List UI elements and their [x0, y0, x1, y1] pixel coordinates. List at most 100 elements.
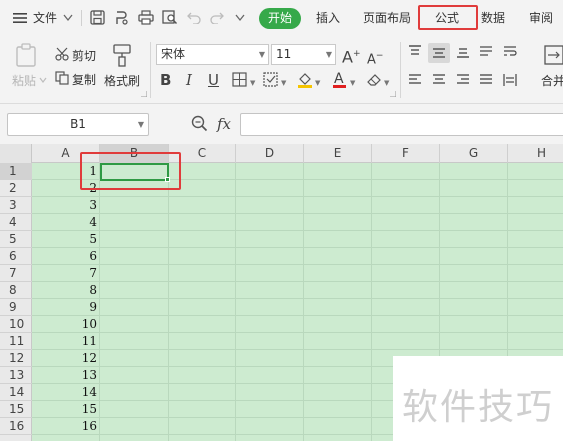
underline-button[interactable]: U — [208, 71, 219, 89]
chevron-down-icon[interactable]: ▼ — [250, 74, 255, 92]
merge-cells-icon[interactable] — [544, 43, 563, 67]
insert-function-button[interactable]: fx — [217, 115, 231, 133]
bold-button[interactable]: B — [160, 71, 171, 89]
cell-a11[interactable]: 11 — [32, 333, 100, 350]
chevron-down-icon[interactable]: ▼ — [315, 74, 320, 92]
font-color-icon[interactable]: A — [332, 70, 347, 89]
row-header[interactable]: 12 — [0, 350, 32, 367]
distributed-align-icon[interactable] — [503, 73, 517, 87]
rotate-text-icon[interactable] — [479, 45, 493, 59]
formula-input[interactable] — [240, 113, 563, 136]
cell-a6[interactable]: 6 — [32, 248, 100, 265]
dialog-launcher-icon[interactable] — [390, 91, 396, 97]
file-menu[interactable]: 文件 — [33, 0, 57, 36]
row-header[interactable]: 14 — [0, 384, 32, 401]
row-header[interactable]: 9 — [0, 299, 32, 316]
row-header[interactable]: 13 — [0, 367, 32, 384]
redo-icon[interactable] — [210, 11, 224, 24]
tab-review[interactable]: 审阅 — [529, 0, 553, 36]
cell-a15[interactable]: 15 — [32, 401, 100, 418]
borders-icon[interactable] — [232, 72, 247, 87]
font-name-select[interactable]: 宋体 ▼ — [156, 44, 269, 65]
format-painter-icon[interactable] — [112, 43, 132, 67]
gridline — [32, 281, 563, 282]
hamburger-menu-icon[interactable] — [13, 11, 27, 25]
row-header[interactable]: 8 — [0, 282, 32, 299]
undo-icon[interactable] — [187, 11, 201, 24]
column-header-d[interactable]: D — [236, 144, 304, 163]
row-header[interactable]: 1 — [0, 163, 32, 180]
copy-icon[interactable] — [55, 71, 69, 85]
align-right-icon[interactable] — [456, 73, 470, 87]
font-name-value: 宋体 — [161, 47, 186, 61]
font-size-select[interactable]: 11 ▼ — [271, 44, 336, 65]
tab-home[interactable]: 开始 — [259, 8, 301, 29]
zoom-search-icon[interactable] — [191, 115, 208, 132]
paste-button[interactable]: 粘贴 — [12, 72, 36, 89]
row-header[interactable]: 7 — [0, 265, 32, 282]
scissors-icon[interactable] — [55, 47, 69, 61]
paste-icon[interactable] — [15, 43, 37, 67]
increase-font-size-icon[interactable]: A+ — [342, 45, 361, 66]
cell-a16[interactable]: 16 — [32, 418, 100, 435]
cell-style-icon[interactable] — [263, 72, 278, 87]
save-icon[interactable] — [90, 10, 105, 25]
cell-a5[interactable]: 5 — [32, 231, 100, 248]
tab-insert[interactable]: 插入 — [316, 0, 340, 36]
toolbar-divider — [81, 10, 82, 26]
chevron-down-icon[interactable] — [39, 77, 47, 83]
column-header-e[interactable]: E — [304, 144, 372, 163]
cell-a9[interactable]: 9 — [32, 299, 100, 316]
chevron-down-icon[interactable] — [63, 14, 73, 22]
cell-a12[interactable]: 12 — [32, 350, 100, 367]
align-middle-icon[interactable] — [432, 46, 446, 60]
italic-button[interactable]: I — [186, 71, 192, 89]
chevron-down-icon[interactable]: ▼ — [350, 74, 355, 92]
row-header[interactable]: 10 — [0, 316, 32, 333]
font-size-value: 11 — [276, 47, 292, 61]
cut-button[interactable]: 剪切 — [72, 47, 96, 64]
row-header[interactable]: 4 — [0, 214, 32, 231]
eraser-icon[interactable] — [366, 72, 382, 87]
align-center-icon[interactable] — [432, 73, 446, 87]
align-bottom-icon[interactable] — [456, 45, 470, 59]
chevron-down-icon[interactable]: ▼ — [384, 74, 389, 92]
dialog-launcher-icon[interactable] — [141, 91, 147, 97]
align-top-icon[interactable] — [408, 45, 422, 59]
format-painter-button[interactable]: 格式刷 — [104, 72, 140, 89]
row-header[interactable]: 15 — [0, 401, 32, 418]
cell-a10[interactable]: 10 — [32, 316, 100, 333]
cell-a8[interactable]: 8 — [32, 282, 100, 299]
chevron-down-icon[interactable]: ▼ — [281, 74, 286, 92]
print-icon[interactable] — [138, 10, 154, 25]
print-preview-icon[interactable] — [162, 10, 178, 25]
cell-a14[interactable]: 14 — [32, 384, 100, 401]
export-icon[interactable] — [114, 10, 129, 25]
tab-data[interactable]: 数据 — [481, 0, 505, 36]
column-header-h[interactable]: H — [508, 144, 563, 163]
cell-a4[interactable]: 4 — [32, 214, 100, 231]
justify-icon[interactable] — [479, 73, 493, 87]
fill-color-icon[interactable] — [297, 71, 313, 89]
row-header[interactable]: 2 — [0, 180, 32, 197]
merge-button[interactable]: 合并 — [541, 72, 563, 89]
copy-button[interactable]: 复制 — [72, 71, 96, 88]
decrease-font-size-icon[interactable]: A− — [367, 47, 383, 69]
cell-a3[interactable]: 3 — [32, 197, 100, 214]
select-all-corner[interactable] — [0, 144, 32, 163]
cell-a13[interactable]: 13 — [32, 367, 100, 384]
row-header[interactable]: 5 — [0, 231, 32, 248]
wrap-text-icon[interactable] — [503, 45, 517, 59]
row-header[interactable]: 3 — [0, 197, 32, 214]
name-box[interactable]: B1 ▼ — [7, 113, 149, 136]
formulas-tab-highlight — [418, 5, 478, 30]
row-header[interactable]: 16 — [0, 418, 32, 435]
chevron-down-icon[interactable] — [235, 14, 245, 22]
align-left-icon[interactable] — [408, 73, 422, 87]
tab-page-layout[interactable]: 页面布局 — [363, 0, 411, 36]
row-header[interactable]: 6 — [0, 248, 32, 265]
column-header-f[interactable]: F — [372, 144, 440, 163]
column-header-g[interactable]: G — [440, 144, 508, 163]
cell-a7[interactable]: 7 — [32, 265, 100, 282]
row-header[interactable]: 11 — [0, 333, 32, 350]
